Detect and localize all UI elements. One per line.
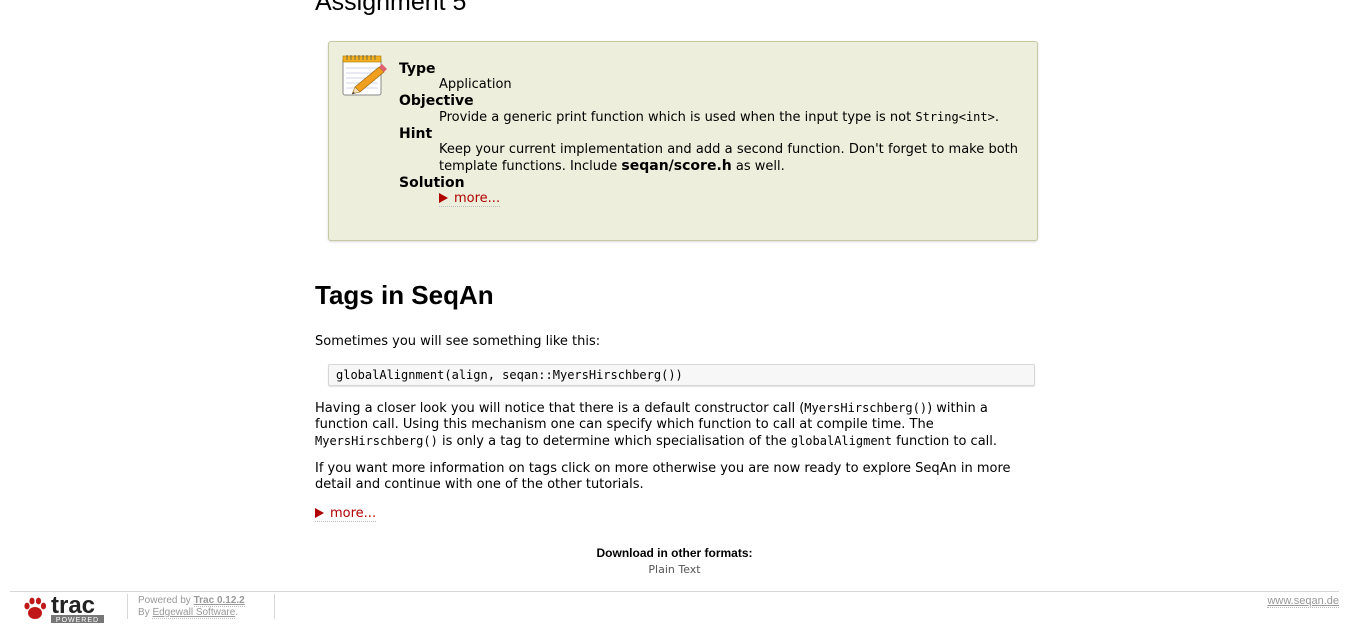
objective-text: Provide a generic print function which i… [439, 109, 1018, 126]
p1-code-1: MyersHirschberg() [804, 401, 928, 415]
code-block: globalAlignment(align, seqan::MyersHirsc… [328, 364, 1035, 386]
tags-more-label: more... [330, 506, 377, 521]
objective-code: String<int> [915, 110, 995, 124]
trac-version-link[interactable]: Trac 0.12.2 [193, 595, 245, 607]
assignment-box: Type Application Objective Provide a gen… [328, 41, 1038, 241]
hint-label: Hint [399, 126, 433, 142]
tags-heading: Tags in SeqAn [315, 280, 494, 310]
objective-text-main: Provide a generic print function which i… [439, 110, 912, 125]
tags-more-wrap: more... [315, 506, 1045, 522]
by-label: By [138, 607, 150, 618]
trac-logo[interactable]: trac POWERED [22, 592, 106, 624]
wiki-page: Assignment 5 Type Application Objective … [0, 0, 1349, 637]
tags-paragraph-1: Having a closer look you will notice tha… [315, 400, 1045, 450]
download-formats: Plain Text [0, 563, 1349, 576]
hint-bold: seqan/score.h [621, 158, 732, 174]
plain-text-link[interactable]: Plain Text [648, 563, 700, 576]
p1-text-c: is only a tag to determine which special… [441, 434, 787, 449]
solution-label: Solution [399, 175, 465, 191]
trac-logo-graphic: trac POWERED [24, 592, 104, 624]
footer-period: . [235, 607, 239, 618]
footer-separator [127, 594, 128, 619]
site-link[interactable]: www.seqan.de [1267, 595, 1339, 608]
trac-logo-badge: POWERED [56, 617, 99, 624]
p1-text-a: Having a closer look you will notice tha… [315, 401, 805, 416]
tags-more-link[interactable]: more... [315, 506, 377, 522]
p1-code-3: globalAligment [790, 434, 892, 448]
powered-by: Powered by Trac 0.12.2 By Edgewall Softw… [138, 595, 245, 619]
assignment-heading: Assignment 5 [315, 0, 467, 16]
p1-code-2: MyersHirschberg() [315, 434, 438, 448]
triangle-right-icon [439, 193, 448, 203]
p1-text-d: function to call. [896, 434, 998, 449]
assignment-details: Type Application Objective Provide a gen… [399, 61, 1018, 207]
footer-divider [10, 591, 1339, 592]
tags-paragraph-2: If you want more information on tags cli… [315, 461, 1011, 492]
paw-icon [24, 597, 47, 619]
objective-end: . [994, 110, 999, 125]
powered-by-label: Powered by [138, 595, 191, 606]
edgewall-link[interactable]: Edgewall Software [152, 607, 236, 619]
hint-text: Keep your current implementation and add… [439, 142, 1018, 175]
type-label: Type [399, 61, 436, 77]
notepad-pencil-icon [342, 55, 387, 96]
type-value: Application [439, 77, 512, 92]
triangle-right-icon [315, 508, 324, 518]
objective-label: Objective [399, 93, 474, 109]
solution-value: more... [439, 191, 1018, 207]
tags-intro: Sometimes you will see something like th… [315, 334, 601, 349]
solution-more-link[interactable]: more... [439, 191, 501, 207]
solution-more-label: more... [454, 191, 501, 206]
hint-text-end: as well. [735, 159, 785, 174]
footer-separator [274, 594, 275, 619]
download-title: Download in other formats: [596, 546, 753, 560]
